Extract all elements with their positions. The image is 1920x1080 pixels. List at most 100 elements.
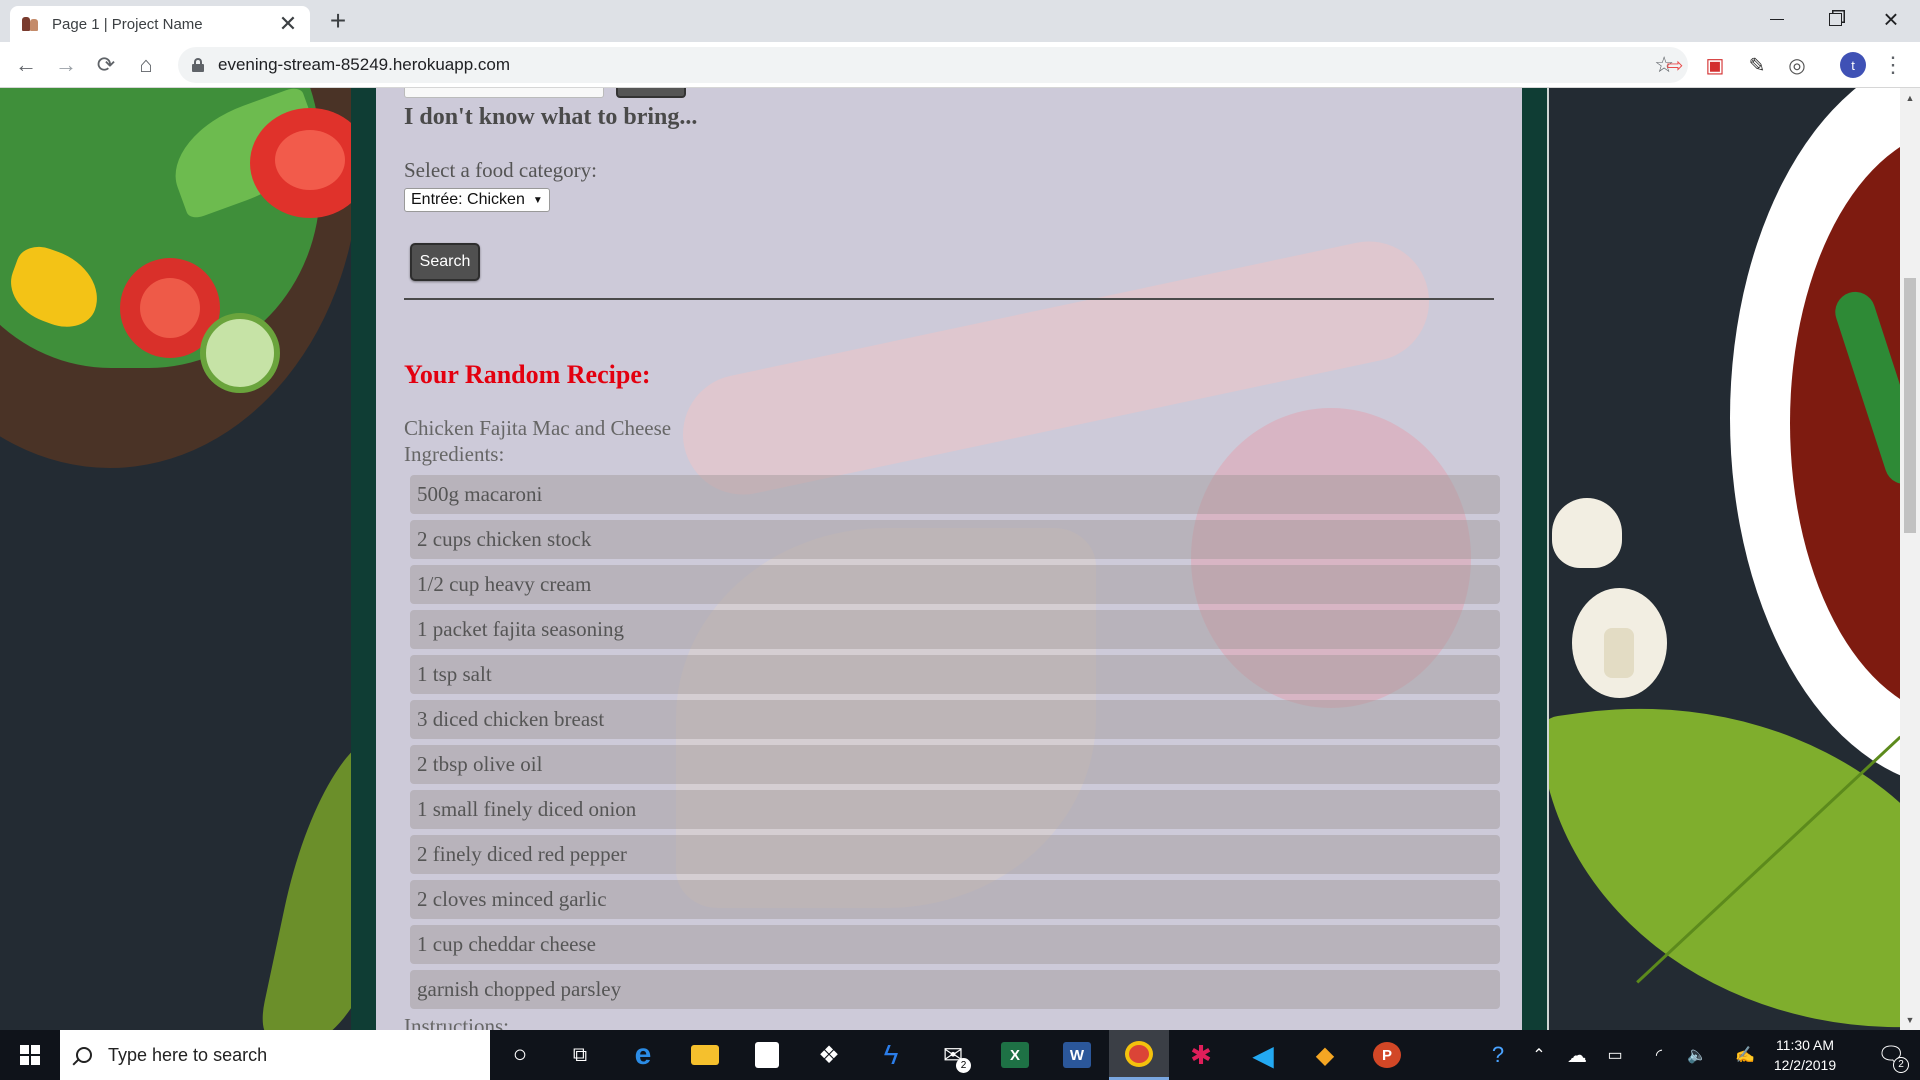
edge-browser-icon[interactable]: e	[613, 1030, 673, 1080]
browser-menu-icon[interactable]: ⋮	[1880, 52, 1906, 78]
tomato-soup-illustration	[1790, 128, 1900, 718]
tomato-slice-illustration	[250, 108, 370, 218]
windows-logo-icon	[20, 1045, 40, 1065]
scroll-up-arrow-icon[interactable]: ▲	[1900, 90, 1920, 106]
clock-date: 12/2/2019	[1773, 1057, 1837, 1073]
extension-arrow-icon[interactable]: ⇨	[1662, 52, 1688, 78]
forward-arrow-icon[interactable]: →	[50, 49, 82, 81]
action-center-icon[interactable]: 🗨 2	[1866, 1030, 1916, 1080]
ingredient-item: garnish chopped parsley	[410, 970, 1500, 1009]
content-panel: I don't know what to bring... Select a f…	[376, 88, 1522, 1030]
soup-bowl-illustration	[1730, 88, 1900, 788]
onedrive-cloud-icon[interactable]: ☁	[1562, 1030, 1592, 1080]
taskbar-search-box[interactable]: Type here to search	[60, 1030, 490, 1080]
profile-avatar[interactable]: t	[1840, 52, 1866, 78]
selected-category: Entrée: Chicken	[411, 191, 525, 208]
start-button[interactable]	[0, 1030, 60, 1080]
cucumber-slice-illustration	[200, 313, 280, 393]
search-button[interactable]: Search	[410, 243, 480, 281]
system-clock[interactable]: 11:30 AM 12/2/2019	[1760, 1030, 1850, 1080]
ingredient-item: 1 tsp salt	[410, 655, 1500, 694]
ingredient-item: 2 tbsp olive oil	[410, 745, 1500, 784]
site-favicon-icon	[20, 14, 40, 34]
random-recipe-heading: Your Random Recipe:	[404, 360, 651, 389]
scroll-down-arrow-icon[interactable]: ▼	[1900, 1012, 1920, 1028]
slack-icon[interactable]: ✱	[1171, 1030, 1231, 1080]
ingredient-list: 500g macaroni 2 cups chicken stock 1/2 c…	[410, 475, 1500, 1015]
wifi-icon[interactable]: ◜	[1644, 1030, 1674, 1080]
salad-greens-illustration	[0, 88, 320, 368]
browser-tab-active[interactable]: Page 1 | Project Name ✕	[10, 6, 310, 42]
recipe-name: Chicken Fajita Mac and Cheese	[404, 416, 672, 440]
panel-border-right	[1522, 88, 1549, 1030]
browser-tab-strip: Page 1 | Project Name ✕ + ×	[0, 0, 1920, 42]
page-viewport: I don't know what to bring... Select a f…	[0, 88, 1900, 1030]
volume-icon[interactable]: 🔈	[1682, 1030, 1712, 1080]
mushroom-illustration	[1552, 498, 1622, 568]
color-picker-extension-icon[interactable]: ✎	[1744, 52, 1770, 78]
window-restore-button[interactable]	[1806, 0, 1864, 38]
ingredient-item: 3 diced chicken breast	[410, 700, 1500, 739]
pen-workspace-icon[interactable]: ✍	[1730, 1030, 1760, 1080]
ingredient-item: 1 cup cheddar cheese	[410, 925, 1500, 964]
reload-icon[interactable]: ⟳	[90, 49, 122, 81]
visual-studio-feedback-icon[interactable]: ϟ	[861, 1030, 921, 1080]
tomato-slice-illustration	[120, 258, 220, 358]
back-arrow-icon[interactable]: ←	[10, 49, 42, 81]
salad-plate-illustration	[0, 88, 360, 468]
clock-time: 11:30 AM	[1775, 1037, 1835, 1053]
ingredient-item: 2 cups chicken stock	[410, 520, 1500, 559]
help-icon[interactable]: ?	[1480, 1030, 1516, 1080]
search-icon	[76, 1047, 92, 1063]
ingredient-item: 1 packet fajita seasoning	[410, 610, 1500, 649]
excel-icon[interactable]: X	[985, 1030, 1045, 1080]
gitkraken-icon[interactable]: ◆	[1295, 1030, 1355, 1080]
taskbar-search-placeholder: Type here to search	[108, 1044, 268, 1065]
word-icon[interactable]: W	[1047, 1030, 1107, 1080]
mail-icon[interactable]: ✉ 2	[923, 1030, 983, 1080]
page-scrollbar[interactable]: ▲ ▼	[1900, 88, 1920, 1030]
lettuce-leaf-illustration	[159, 88, 331, 221]
dish-input-partial[interactable]	[404, 88, 604, 98]
category-select-label: Select a food category:	[404, 158, 597, 182]
vscode-icon[interactable]: ◀	[1233, 1030, 1293, 1080]
window-minimize-button[interactable]	[1748, 0, 1806, 38]
notification-count-badge: 2	[1893, 1057, 1909, 1073]
browser-toolbar: ← → ⟳ ⌂ evening-stream-85249.herokuapp.c…	[0, 42, 1920, 88]
panel-border-left	[351, 88, 376, 1030]
url-text: evening-stream-85249.herokuapp.com	[218, 55, 511, 74]
file-explorer-icon[interactable]	[675, 1030, 735, 1080]
show-hidden-icons-chevron-icon[interactable]: ⌃	[1524, 1030, 1554, 1080]
new-tab-button[interactable]: +	[322, 6, 354, 38]
pocket-extension-icon[interactable]: ▣	[1702, 52, 1728, 78]
windows-taskbar: Type here to search ○ ⧉ e ❖ ϟ ✉ 2 X W ✱ ◀…	[0, 1030, 1920, 1080]
powerpoint-icon[interactable]: P	[1357, 1030, 1417, 1080]
cortana-icon[interactable]: ○	[490, 1030, 550, 1080]
extension-circle-icon[interactable]: ◎	[1784, 52, 1810, 78]
section-divider	[404, 298, 1494, 300]
task-view-icon[interactable]: ⧉	[550, 1030, 610, 1080]
ingredients-label: Ingredients:	[404, 442, 505, 466]
ingredient-item: 500g macaroni	[410, 475, 1500, 514]
address-bar[interactable]: evening-stream-85249.herokuapp.com ☆	[178, 47, 1688, 83]
home-icon[interactable]: ⌂	[130, 49, 162, 81]
battery-icon[interactable]: ▭	[1600, 1030, 1630, 1080]
ingredient-item: 2 cloves minced garlic	[410, 880, 1500, 919]
microsoft-store-icon[interactable]	[737, 1030, 797, 1080]
mushroom-illustration	[1572, 588, 1667, 698]
mail-badge: 2	[956, 1058, 971, 1073]
tab-close-icon[interactable]: ✕	[276, 11, 300, 37]
chrome-icon[interactable]	[1109, 1030, 1169, 1080]
basil-leaf-illustration	[1536, 660, 1900, 1030]
lock-icon	[192, 58, 204, 72]
category-select[interactable]: Entrée: Chicken ▼	[404, 188, 550, 212]
window-close-button[interactable]: ×	[1862, 0, 1920, 38]
yellow-pepper-illustration	[0, 239, 110, 337]
tab-title: Page 1 | Project Name	[52, 15, 203, 33]
submit-button-partial[interactable]	[616, 88, 686, 98]
rolling-pin-watermark	[671, 230, 1441, 506]
scrollbar-thumb[interactable]	[1904, 278, 1916, 533]
ingredient-item: 1/2 cup heavy cream	[410, 565, 1500, 604]
dropdown-arrow-icon: ▼	[532, 194, 543, 206]
dropbox-icon[interactable]: ❖	[799, 1030, 859, 1080]
